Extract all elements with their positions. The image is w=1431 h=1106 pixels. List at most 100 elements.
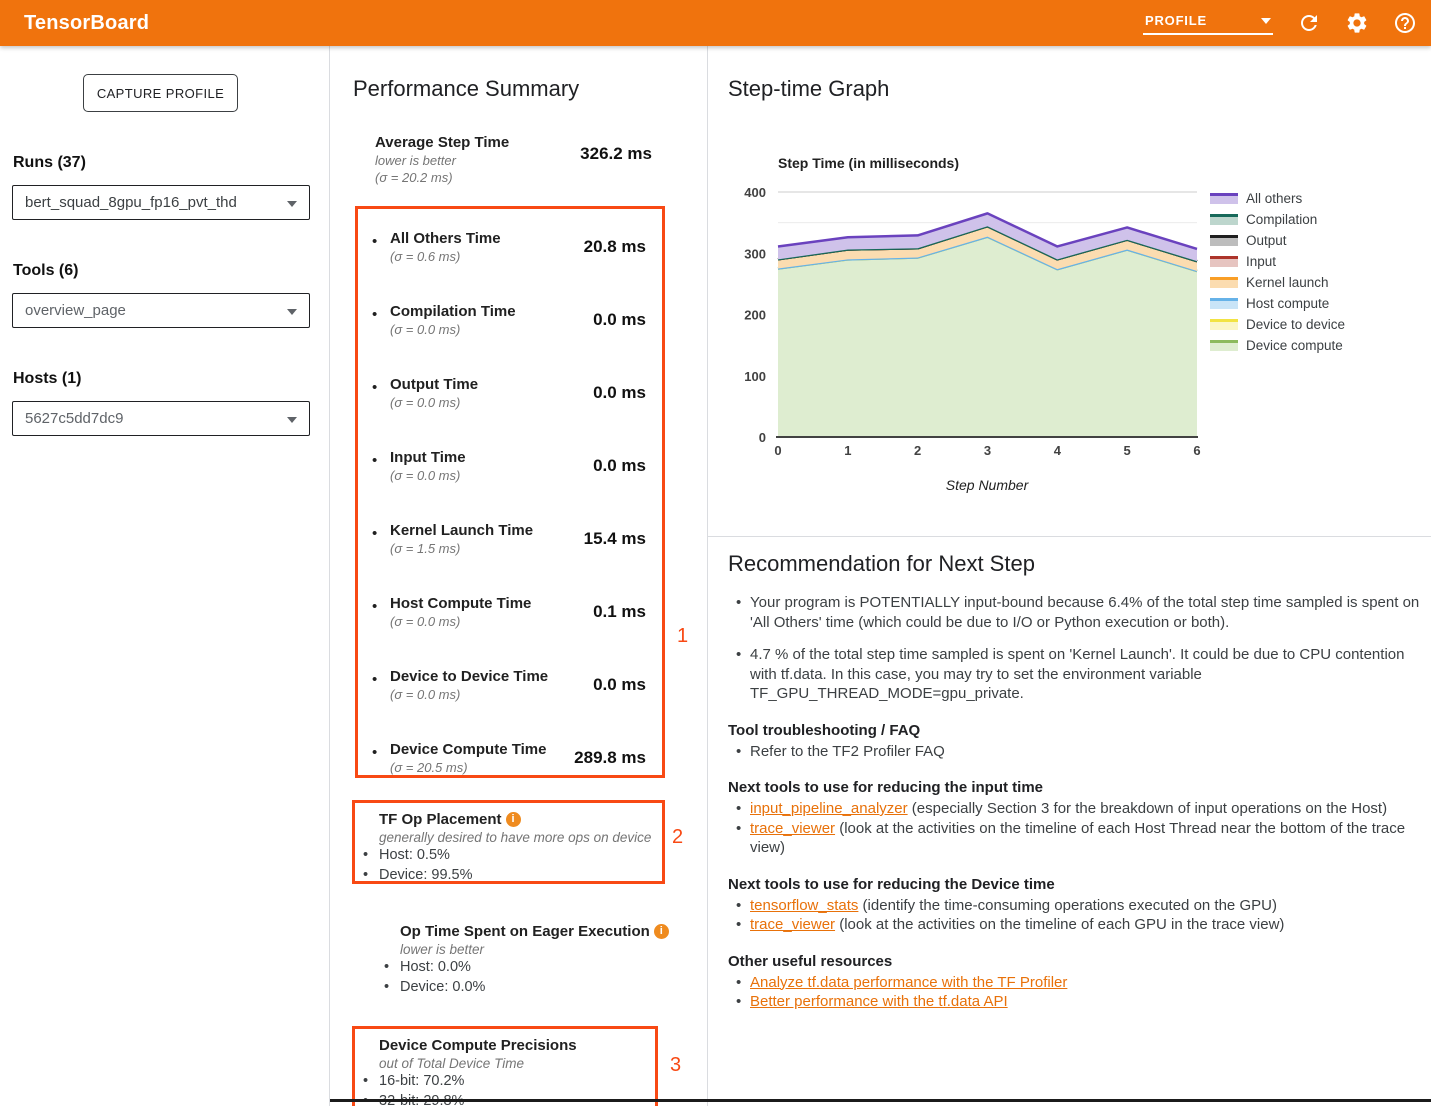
x-tick-label: 6 (1193, 443, 1200, 458)
average-step-time-label: Average Step Time (375, 134, 575, 152)
y-tick-label: 300 (744, 246, 766, 261)
dashboard-selector[interactable]: PROFILE (1143, 11, 1273, 35)
perf-item-value: 0.0 ms (593, 675, 646, 695)
info-icon[interactable]: i (654, 924, 669, 939)
perf-summary-item: •Device Compute Time(σ = 20.5 ms)289.8 m… (372, 741, 648, 776)
legend-label: Host compute (1246, 296, 1329, 311)
help-icon[interactable] (1393, 11, 1417, 35)
legend-swatch (1210, 235, 1238, 246)
area-device-compute (778, 237, 1197, 437)
recommendation-list: input_pipeline_analyzer (especially Sect… (728, 799, 1424, 858)
perf-item-value: 0.0 ms (593, 310, 646, 330)
perf-summary-item: •Device to Device Time(σ = 0.0 ms)0.0 ms (372, 668, 648, 703)
legend-item: All others (1210, 188, 1345, 209)
recommendation-section: Recommendation for Next Step Your progra… (728, 551, 1424, 1012)
perf-item-value: 15.4 ms (584, 529, 646, 549)
step-time-graph-card: Step-time Graph Step Time (in millisecon… (708, 46, 1431, 537)
hosts-select[interactable]: 5627c5dd7dc9 (12, 401, 310, 436)
legend-label: Output (1246, 233, 1287, 248)
perf-item-value: 20.8 ms (584, 237, 646, 257)
recommendation-heading: Next tools to use for reducing the Devic… (728, 875, 1424, 894)
chevron-down-icon (287, 201, 297, 207)
performance-summary-panel: Performance Summary Average Step Time lo… (330, 46, 708, 1106)
tf-op-placement-title: TF Op Placementi (379, 811, 662, 829)
runs-select[interactable]: bert_squad_8gpu_fp16_pvt_thd (12, 185, 310, 220)
y-tick-label: 200 (744, 308, 766, 323)
x-tick-label: 2 (914, 443, 921, 458)
recommendation-list: Analyze tf.data performance with the TF … (728, 973, 1424, 1012)
chevron-down-icon (287, 417, 297, 423)
y-tick-label: 0 (759, 430, 766, 445)
recommendation-item: input_pipeline_analyzer (especially Sect… (728, 799, 1424, 819)
recommendation-item: Better performance with the tf.data API (728, 992, 1424, 1012)
recommendation-heading: Next tools to use for reducing the input… (728, 778, 1424, 797)
capture-profile-button[interactable]: CAPTURE PROFILE (83, 74, 238, 112)
recommendation-list: tensorflow_stats (identify the time-cons… (728, 896, 1424, 935)
recommendation-link[interactable]: tensorflow_stats (750, 897, 858, 914)
legend-swatch (1210, 340, 1238, 351)
recommendation-title: Recommendation for Next Step (728, 551, 1424, 577)
legend-item: Host compute (1210, 293, 1345, 314)
runs-label: Runs (37) (13, 154, 86, 172)
x-tick-label: 3 (984, 443, 991, 458)
recommendation-link[interactable]: trace_viewer (750, 820, 835, 837)
perf-summary-item: •Input Time(σ = 0.0 ms)0.0 ms (372, 449, 648, 484)
settings-gear-icon[interactable] (1345, 11, 1369, 35)
recommendation-list: Refer to the TF2 Profiler FAQ (728, 742, 1424, 762)
runs-select-value: bert_squad_8gpu_fp16_pvt_thd (25, 194, 237, 211)
legend-swatch (1210, 193, 1238, 204)
tools-select[interactable]: overview_page (12, 293, 310, 328)
eager-execution-subtitle: lower is better (400, 941, 686, 958)
x-tick-label: 4 (1054, 443, 1062, 458)
annotation-number-1: 1 (677, 625, 688, 648)
recommendation-link[interactable]: Better performance with the tf.data API (750, 993, 1008, 1010)
legend-label: Device compute (1246, 338, 1343, 353)
recommendation-link[interactable]: input_pipeline_analyzer (750, 800, 908, 817)
recommendation-link[interactable]: Analyze tf.data performance with the TF … (750, 974, 1067, 991)
x-tick-label: 5 (1124, 443, 1131, 458)
dashboard-selector-value: PROFILE (1145, 13, 1207, 28)
perf-summary-item: •Kernel Launch Time(σ = 1.5 ms)15.4 ms (372, 522, 648, 557)
recommendation-item: trace_viewer (look at the activities on … (728, 819, 1424, 858)
bullet-icon: • (372, 598, 377, 615)
legend-label: Input (1246, 254, 1276, 269)
device-compute-precisions-title: Device Compute Precisions (379, 1037, 655, 1055)
device-compute-precision-item: 16-bit: 70.2% (379, 1072, 655, 1092)
legend-label: Kernel launch (1246, 275, 1329, 290)
bullet-icon: • (372, 525, 377, 542)
annotation-number-2: 2 (672, 826, 683, 849)
recommendation-bullet: 4.7 % of the total step time sampled is … (728, 645, 1424, 704)
legend-label: All others (1246, 191, 1302, 206)
sidebar: CAPTURE PROFILE Runs (37) bert_squad_8gp… (0, 46, 330, 1106)
average-step-time-value: 326.2 ms (580, 144, 652, 164)
average-step-time-sigma: (σ = 20.2 ms) (375, 169, 575, 186)
chevron-down-icon (1261, 18, 1271, 24)
bullet-icon: • (372, 306, 377, 323)
annotation-box-1: •All Others Time(σ = 0.6 ms)20.8 ms•Comp… (355, 206, 665, 778)
bottom-divider (330, 1099, 1431, 1102)
y-tick-label: 400 (744, 185, 766, 200)
recommendation-link[interactable]: trace_viewer (750, 916, 835, 933)
refresh-icon[interactable] (1297, 11, 1321, 35)
perf-summary-item: •Compilation Time(σ = 0.0 ms)0.0 ms (372, 303, 648, 338)
app-header: TensorBoard PROFILE (0, 0, 1431, 46)
y-tick-label: 100 (744, 369, 766, 384)
perf-item-value: 289.8 ms (574, 748, 646, 768)
step-time-chart: Step Time (in milliseconds) Step Number … (708, 146, 1228, 506)
info-icon[interactable]: i (506, 812, 521, 827)
bullet-icon: • (372, 452, 377, 469)
performance-summary-title: Performance Summary (353, 76, 579, 102)
step-time-graph-title: Step-time Graph (728, 76, 889, 102)
recommendation-item: trace_viewer (look at the activities on … (728, 915, 1424, 935)
perf-summary-item: •Host Compute Time(σ = 0.0 ms)0.1 ms (372, 595, 648, 630)
legend-item: Device to device (1210, 314, 1345, 335)
perf-item-value: 0.1 ms (593, 602, 646, 622)
x-tick-label: 0 (774, 443, 781, 458)
legend-swatch (1210, 256, 1238, 267)
chart-legend: All others Compilation Output Input Kernel l… (1210, 188, 1345, 356)
recommendation-heading: Other useful resources (728, 952, 1424, 971)
eager-execution-title: Op Time Spent on Eager Executioni (400, 923, 686, 941)
right-panel: Step-time Graph Step Time (in millisecon… (708, 46, 1431, 1106)
perf-item-value: 0.0 ms (593, 456, 646, 476)
legend-label: Compilation (1246, 212, 1317, 227)
